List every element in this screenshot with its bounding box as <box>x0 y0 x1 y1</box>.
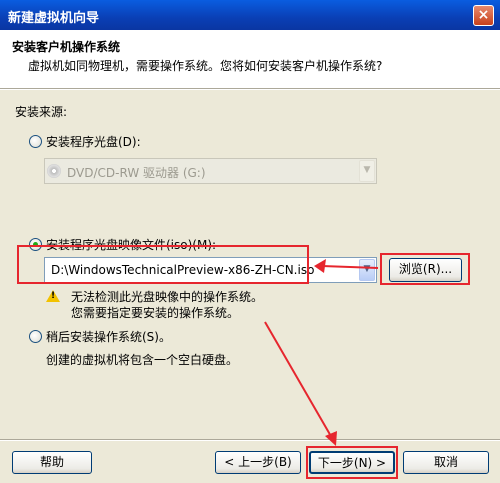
arrow-to-iso <box>321 265 379 269</box>
arrow-head-iso <box>314 259 326 273</box>
annotation-arrows <box>264 259 379 446</box>
arrow-head-next <box>325 431 337 446</box>
arrow-to-next <box>264 321 333 439</box>
